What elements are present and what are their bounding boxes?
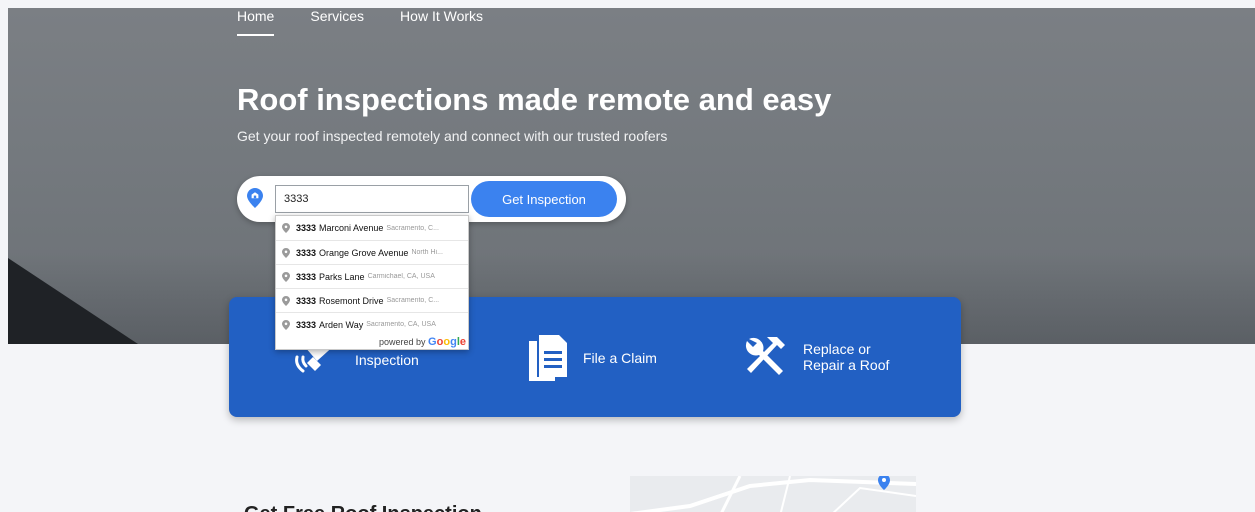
nav-how-it-works[interactable]: How It Works <box>400 8 483 36</box>
service-replace-repair[interactable]: Replace or Repair a Roof <box>741 333 889 381</box>
service-label: Replace or Repair a Roof <box>803 341 890 373</box>
suggestion-location: North Hi... <box>411 249 443 256</box>
suggestion-number: 3333 <box>296 295 317 306</box>
nav-services[interactable]: Services <box>310 8 364 36</box>
suggestion-street: Marconi Avenue <box>319 223 384 233</box>
map-marker-icon <box>282 247 290 258</box>
get-inspection-button[interactable]: Get Inspection <box>471 181 617 217</box>
suggestion-item[interactable]: 3333 Marconi Avenue Sacramento, C... <box>276 216 468 240</box>
powered-by-google: powered by Google <box>379 336 466 348</box>
hero-dark-wedge <box>8 258 138 344</box>
suggestion-item[interactable]: 3333 Arden Way Sacramento, CA, USA <box>276 312 468 336</box>
hero-banner <box>8 8 1255 344</box>
hero-subtitle: Get your roof inspected remotely and con… <box>237 128 668 144</box>
map-preview[interactable] <box>630 476 916 512</box>
suggestion-street: Rosemont Drive <box>319 295 384 306</box>
top-nav: Home Services How It Works <box>237 8 483 36</box>
service-label: File a Claim <box>583 350 657 366</box>
powered-by-text: powered by <box>379 337 426 347</box>
autocomplete-dropdown: 3333 Marconi Avenue Sacramento, C... 333… <box>275 215 469 350</box>
suggestion-item[interactable]: 3333 Parks Lane Carmichael, CA, USA <box>276 264 468 288</box>
suggestion-item[interactable]: 3333 Orange Grove Avenue North Hi... <box>276 240 468 264</box>
suggestion-location: Sacramento, C... <box>386 297 440 304</box>
map-marker-icon <box>282 319 290 330</box>
google-letter: e <box>459 336 466 348</box>
map-roads <box>630 476 916 512</box>
section-title: Get Free Roof Inspection <box>244 503 482 512</box>
suggestion-number: 3333 <box>296 223 317 233</box>
map-marker-icon <box>282 295 290 306</box>
suggestion-item[interactable]: 3333 Rosemont Drive Sacramento, C... <box>276 288 468 312</box>
service-file-claim[interactable]: File a Claim <box>525 333 657 383</box>
map-marker-icon <box>282 223 290 233</box>
hero-title: Roof inspections made remote and easy <box>237 82 832 117</box>
nav-home[interactable]: Home <box>237 8 275 36</box>
google-letter: G <box>428 336 437 348</box>
suggestion-street: Orange Grove Avenue <box>319 247 409 258</box>
suggestion-number: 3333 <box>296 319 317 330</box>
suggestion-location: Carmichael, CA, USA <box>367 273 435 280</box>
suggestion-number: 3333 <box>296 247 317 258</box>
suggestion-number: 3333 <box>296 271 317 282</box>
documents-icon <box>529 335 567 381</box>
suggestion-location: Sacramento, C... <box>386 224 439 232</box>
location-pin-icon <box>247 188 263 208</box>
suggestion-street: Arden Way <box>319 319 364 330</box>
address-input[interactable] <box>275 185 469 213</box>
map-marker-icon <box>282 271 290 282</box>
wrench-hammer-icon <box>745 337 785 375</box>
suggestion-location: Sacramento, CA, USA <box>366 321 436 328</box>
google-letter: g <box>450 336 457 348</box>
suggestion-street: Parks Lane <box>319 271 365 282</box>
google-logo: Google <box>428 336 466 348</box>
